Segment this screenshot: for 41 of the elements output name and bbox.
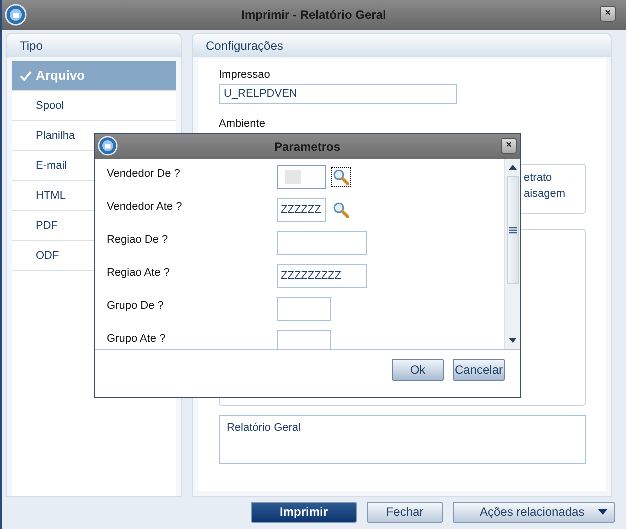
panel-title: Tipo [20,38,43,52]
impressao-field[interactable]: U_RELPDVEN [219,84,457,104]
type-item[interactable]: Spool [12,91,176,121]
param-label: Grupo Ate ? [107,332,167,347]
param-label: Regiao De ? [107,233,170,248]
param-label: Regiao Ate ? [107,266,171,281]
dialog-title: Parametros [274,140,341,154]
panel-title: Configurações [206,38,284,52]
field-label: Impressao [219,69,272,81]
param-field[interactable] [277,231,367,255]
dialog-button[interactable]: Ok [392,359,444,381]
field-label: Ambiente [219,118,266,130]
dialog-button[interactable]: Cancelar [453,359,505,381]
window-title: Imprimir - Relatório Geral [242,8,386,22]
param-label: Vendedor De ? [107,167,182,182]
orientation-option[interactable]: etrato [524,172,552,184]
caret-icon [598,509,608,515]
scrollbar-thumb[interactable] [506,176,518,284]
scroll-down-icon[interactable] [508,338,516,343]
param-label: Vendedor Ate ? [107,200,184,215]
action-button[interactable]: Imprimir [251,502,357,522]
param-field[interactable] [277,165,326,189]
check-icon [20,70,32,82]
description-field[interactable]: Relatório Geral [219,415,586,464]
action-button[interactable]: Ações relacionadas [453,502,615,522]
app-logo-icon [5,4,27,26]
close-button[interactable]: × [600,6,616,22]
param-field[interactable] [277,330,331,349]
action-button[interactable]: Fechar [367,502,443,522]
close-button[interactable]: × [501,138,517,154]
param-field[interactable] [277,297,331,321]
orientation-option[interactable]: aisagem [524,188,566,200]
grip-icon [508,226,516,234]
text-selection [285,170,301,184]
app-logo-icon [98,136,118,156]
param-field[interactable]: ZZZZZZZZZ [277,264,367,288]
scroll-up-icon[interactable] [508,165,516,170]
param-field[interactable]: ZZZZZZ [277,198,326,222]
scrollbar[interactable] [504,159,520,349]
param-label: Grupo De ? [107,299,165,314]
search-icon[interactable] [331,167,351,187]
